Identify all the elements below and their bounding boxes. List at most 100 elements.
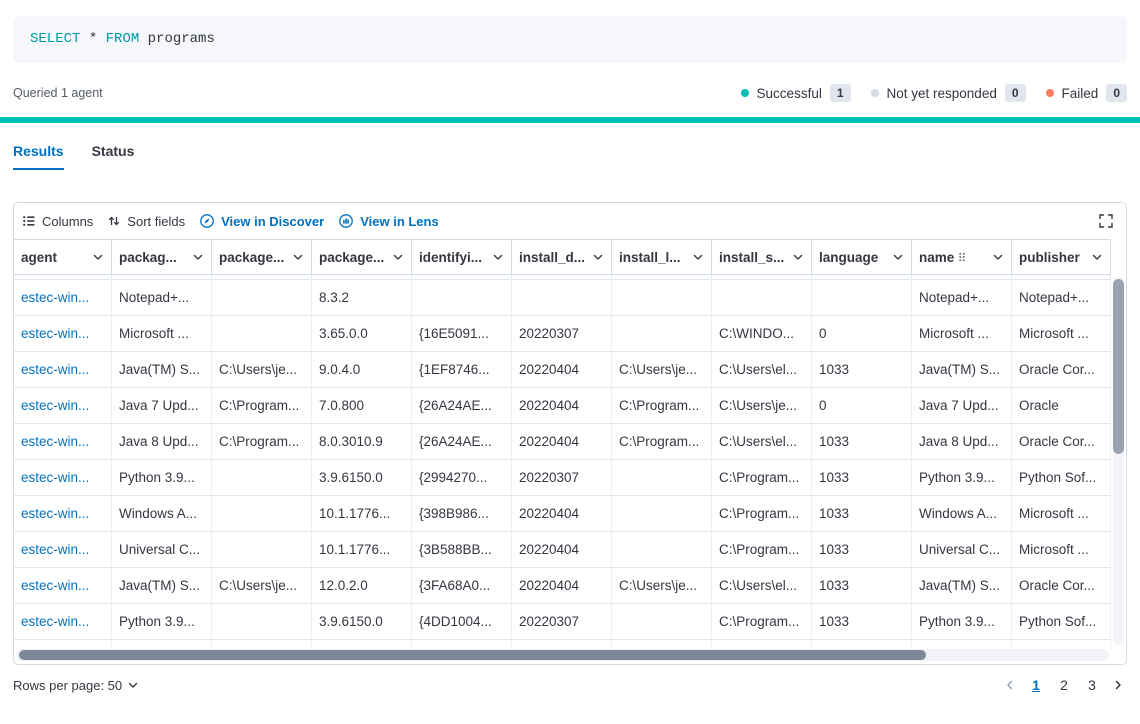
cell: {398B986... [412,496,512,531]
cell: Java(TM) S... [112,568,212,603]
chevron-down-icon[interactable] [792,251,804,263]
agent-link[interactable]: estec-win... [14,352,112,387]
cell: Python 3.9... [112,460,212,495]
agent-link[interactable]: estec-win... [14,424,112,459]
fullscreen-button[interactable] [1094,209,1118,233]
summary-row: Queried 1 agent Successful1Not yet respo… [13,84,1127,102]
cell: C:\Users\je... [712,388,812,423]
column-header-install_l[interactable]: install_l... [612,240,712,274]
column-header-publisher[interactable]: publisher [1012,240,1111,274]
lens-icon [338,213,354,229]
cell: Notepad+... [1012,280,1111,315]
cell [412,275,512,279]
column-header-label: name [919,250,954,265]
cell: 20220307 [512,316,612,351]
cell [712,280,812,315]
query-editor[interactable]: SELECT * FROM programs [13,16,1127,63]
status-label: Failed [1062,86,1099,101]
cell: C:\Users\je... [212,352,312,387]
agent-link[interactable]: estec-win... [14,280,112,315]
queried-agents-text: Queried 1 agent [13,86,103,100]
chevron-down-icon[interactable] [892,251,904,263]
cell: Java(TM) S... [112,352,212,387]
chevron-down-icon[interactable] [92,251,104,263]
column-header-package[interactable]: package... [312,240,412,274]
chevron-down-icon[interactable] [592,251,604,263]
chevron-down-icon[interactable] [692,251,704,263]
status-dot [741,89,749,97]
chevron-down-icon[interactable] [392,251,404,263]
page-button-3[interactable]: 3 [1081,675,1103,695]
column-header-label: install_d... [519,250,585,265]
cell: C:\Program... [712,460,812,495]
agent-link[interactable]: estec-win... [14,460,112,495]
page-button-2[interactable]: 2 [1053,675,1075,695]
tab-status[interactable]: Status [92,143,135,170]
agent-link[interactable]: estec-win... [14,568,112,603]
previous-page-button[interactable] [1001,678,1019,692]
horizontal-scrollbar[interactable] [16,649,1109,661]
column-header-identifyi[interactable]: identifyi... [412,240,512,274]
column-header-name[interactable]: name [912,240,1012,274]
vertical-scrollbar-thumb[interactable] [1113,279,1124,454]
chevron-down-icon[interactable] [1091,251,1103,263]
cell [712,275,812,279]
sql-keyword: FROM [106,31,140,47]
fullscreen-icon [1098,213,1114,229]
page-button-1[interactable]: 1 [1025,675,1047,695]
grid-header-row: agentpackag...package...package...identi… [14,239,1111,275]
cell: Windows A... [912,496,1012,531]
drag-handle-icon[interactable] [957,251,967,263]
discover-icon [199,213,215,229]
column-header-install_d[interactable]: install_d... [512,240,612,274]
cell: Notepad+... [112,280,212,315]
cell [612,460,712,495]
page-root: SELECT * FROM programs Queried 1 agent S… [0,16,1140,695]
chevron-down-icon[interactable] [192,251,204,263]
cell: C:\Users\el... [712,568,812,603]
chevron-down-icon[interactable] [992,251,1004,263]
agent-link[interactable]: estec-win... [14,388,112,423]
column-header-packag[interactable]: packag... [112,240,212,274]
view-in-lens-link[interactable]: View in Lens [338,213,439,229]
column-header-package[interactable]: package... [212,240,312,274]
cell [212,604,312,639]
tab-results[interactable]: Results [13,143,64,170]
view-in-discover-label: View in Discover [221,214,324,229]
cell: Java 8 Upd... [912,424,1012,459]
column-header-install_s[interactable]: install_s... [712,240,812,274]
cell [112,275,212,279]
chevron-down-icon[interactable] [492,251,504,263]
column-header-language[interactable]: language [812,240,912,274]
agent-link[interactable]: estec-win... [14,532,112,567]
status-label: Not yet responded [887,86,997,101]
view-in-discover-link[interactable]: View in Discover [199,213,324,229]
cell: Universal C... [112,532,212,567]
column-header-agent[interactable]: agent [14,240,112,274]
cell [412,640,512,647]
chevron-down-icon[interactable] [292,251,304,263]
sort-fields-button[interactable]: Sort fields [107,214,185,229]
agent-link[interactable]: estec-win... [14,316,112,351]
cell: 20220404 [512,568,612,603]
rows-per-page-button[interactable]: Rows per page: 50 [13,678,139,693]
pagination: 123 [1001,675,1127,695]
cell: Microsoft ... [1012,316,1111,351]
cell: 1033 [812,424,912,459]
agent-link[interactable]: estec-win... [14,604,112,639]
grid-toolbar: Columns Sort fields View in Discover Vie… [14,203,1126,239]
columns-button[interactable]: Columns [22,214,93,229]
horizontal-scrollbar-thumb[interactable] [19,650,926,660]
next-page-button[interactable] [1109,678,1127,692]
agent-link[interactable]: estec-win... [14,496,112,531]
cell: Oracle [1012,388,1111,423]
cell: C:\Users\el... [712,424,812,459]
cell [112,640,212,647]
cell: 3.9.6150.0 [312,460,412,495]
cell: 7.0.800 [312,388,412,423]
cell: 20220404 [512,424,612,459]
vertical-scrollbar[interactable] [1113,277,1124,645]
cell [512,640,612,647]
cell [612,316,712,351]
cell [212,316,312,351]
